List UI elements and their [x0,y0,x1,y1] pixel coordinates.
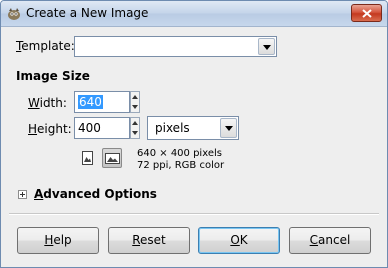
unit-value: pixels [155,121,190,135]
width-spin-down[interactable] [131,102,139,112]
portrait-button[interactable] [78,148,98,168]
advanced-options-label: Advanced Options [34,187,157,201]
spin-down-icon [132,105,138,109]
height-label: Height: [28,122,72,136]
size-info: 640 × 400 pixels 72 ppi, RGB color [137,148,224,172]
width-input[interactable]: 640 [74,91,130,113]
width-label: Width: [28,96,67,110]
cancel-button[interactable]: Cancel [289,227,371,254]
width-value: 640 [78,95,103,109]
height-spin-up[interactable] [131,118,139,128]
portrait-icon [82,151,93,165]
image-size-heading: Image Size [16,69,90,83]
chevron-down-icon [225,126,233,131]
template-label: Template: [16,39,75,53]
advanced-options-expander[interactable]: Advanced Options [16,187,157,203]
help-button[interactable]: Help [17,227,99,254]
ok-button[interactable]: OK [198,227,280,254]
dialog-window: Create a New Image Template: Image Size … [0,0,388,268]
separator [9,213,379,215]
title-bar[interactable]: Create a New Image [1,1,387,27]
height-spin[interactable] [130,117,140,139]
close-button[interactable] [351,4,382,22]
landscape-button[interactable] [102,148,122,168]
unit-dropdown-button[interactable] [220,118,237,138]
height-spin-down[interactable] [131,128,139,138]
close-icon [362,9,372,18]
spin-up-icon [132,95,138,99]
size-info-resolution: 72 ppi, RGB color [137,160,225,171]
template-combo[interactable] [74,36,277,57]
spin-down-icon [132,131,138,135]
landscape-icon [105,153,120,164]
size-info-pixels: 640 × 400 pixels [137,148,222,159]
width-spin[interactable] [130,91,140,113]
expander-plus-icon [18,190,27,199]
window-title: Create a New Image [26,6,149,20]
template-dropdown-button[interactable] [258,38,275,55]
reset-button[interactable]: Reset [108,227,190,254]
height-input[interactable]: 400 [74,117,130,139]
gimp-app-icon [6,6,22,22]
unit-combo[interactable]: pixels [147,116,239,140]
height-value: 400 [78,121,101,135]
width-spin-up[interactable] [131,92,139,102]
spin-up-icon [132,121,138,125]
chevron-down-icon [263,45,271,50]
